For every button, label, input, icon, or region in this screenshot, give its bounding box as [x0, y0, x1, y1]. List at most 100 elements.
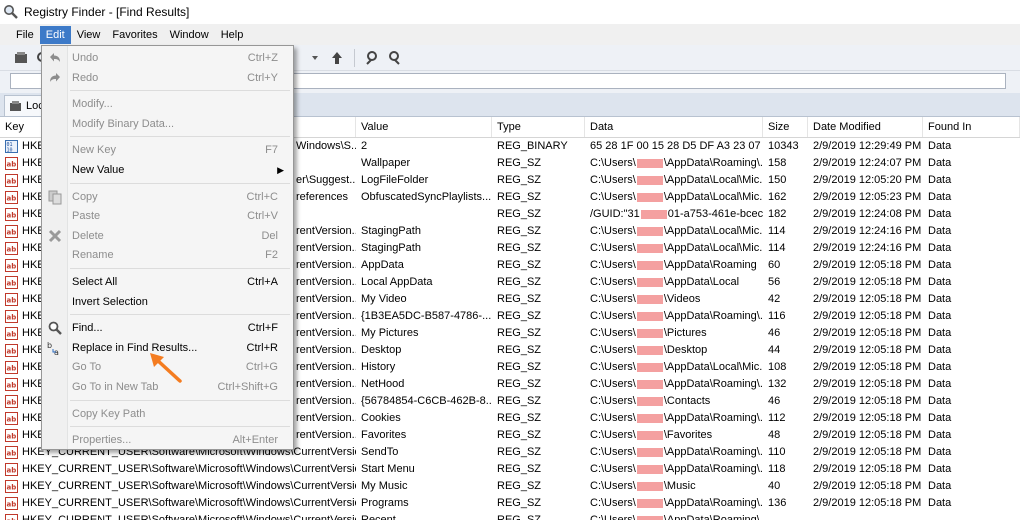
column-header-found-in[interactable]: Found In	[923, 117, 1020, 137]
menu-item-undo[interactable]: Undo Ctrl+Z	[42, 48, 293, 68]
cell-value: Favorites	[361, 429, 407, 441]
table-row[interactable]: abHKEY_CURRENT_USER\Software\Microsoft\W…	[0, 495, 1020, 512]
menu-edit[interactable]: Edit	[39, 25, 71, 44]
menu-item-select-all[interactable]: Select All Ctrl+A	[42, 272, 293, 292]
cell-found-in: Data	[928, 361, 952, 373]
cell-type: REG_SZ	[497, 361, 542, 373]
menu-item-label: New Value	[72, 164, 125, 176]
cell-data: C:\Users\ \AppData\Roaming\...	[590, 378, 763, 390]
cell-key: HKEY_CURRENT_USER\Software\Microsoft\Win…	[0, 495, 356, 512]
registry-icon-button[interactable]	[10, 47, 32, 69]
redacted-username	[636, 430, 663, 440]
cell-found-in: Data	[928, 378, 952, 390]
menu-item-modify[interactable]: Modify...	[42, 94, 293, 114]
menu-help[interactable]: Help	[215, 26, 250, 44]
cell-data: C:\Users\ \AppData\Roaming\...	[590, 497, 763, 509]
window-title: Registry Finder - [Find Results]	[24, 5, 190, 19]
menu-item-label: Undo	[72, 52, 99, 64]
column-header-size[interactable]: Size	[763, 117, 808, 137]
key-path-tail: rentVersion...	[296, 276, 356, 288]
menu-item-delete[interactable]: Delete Del	[42, 226, 293, 246]
cell-date-modified: 2/9/2019 12:05:23 PM	[813, 191, 922, 203]
menu-item-copy-key-path[interactable]: Copy Key Path	[42, 404, 293, 424]
up-arrow-icon[interactable]	[326, 47, 348, 69]
cell-size: 136	[768, 497, 787, 509]
menu-separator	[70, 136, 290, 138]
cell-data: C:\Users\ \AppData\Roaming\...	[590, 463, 763, 475]
navigate-dropdown-icon[interactable]	[304, 47, 326, 69]
svg-text:b: b	[47, 341, 52, 350]
redacted-username	[636, 362, 663, 372]
menu-separator	[70, 314, 290, 316]
cell-size: 46	[768, 395, 781, 407]
cell-type: REG_SZ	[497, 480, 542, 492]
replace-icon: ba	[47, 340, 63, 356]
find-next-icon[interactable]	[383, 47, 405, 69]
menu-item-paste[interactable]: Paste Ctrl+V	[42, 206, 293, 226]
cell-value: Desktop	[361, 344, 402, 356]
key-path-tail: rentVersion...	[296, 395, 356, 407]
cell-data: C:\Users\ \AppData\Local\Mic...	[590, 174, 763, 186]
menu-file[interactable]: File	[10, 26, 40, 44]
cell-value: StagingPath	[361, 225, 421, 237]
find-previous-icon[interactable]	[361, 47, 383, 69]
menu-view[interactable]: View	[71, 26, 107, 44]
cell-date-modified: 2/9/2019 12:05:18 PM	[813, 497, 922, 509]
menu-item-copy[interactable]: Copy Ctrl+C	[42, 187, 293, 207]
cell-date-modified: 2/9/2019 12:05:18 PM	[813, 395, 922, 407]
key-path: HKEY_CURRENT_USER\Software\Microsoft\Win…	[22, 497, 356, 509]
cell-data: C:\Users\ \AppData\Roaming\...	[590, 446, 763, 458]
cell-type: REG_SZ	[497, 344, 542, 356]
menu-item-redo[interactable]: Redo Ctrl+Y	[42, 68, 293, 88]
cell-date-modified: 2/9/2019 12:24:07 PM	[813, 157, 922, 169]
cell-found-in: Data	[928, 174, 952, 186]
menu-favorites[interactable]: Favorites	[106, 26, 163, 44]
menu-item-rename[interactable]: Rename F2	[42, 245, 293, 265]
table-row[interactable]: abHKEY_CURRENT_USER\Software\Microsoft\W…	[0, 512, 1020, 520]
cell-size: 10343	[768, 140, 799, 152]
cell-found-in: Data	[928, 412, 952, 424]
redacted-username	[636, 294, 663, 304]
table-row[interactable]: abHKEY_CURRENT_USER\Software\Microsoft\W…	[0, 478, 1020, 495]
column-header-date-modified[interactable]: Date Modified	[808, 117, 923, 137]
menu-item-shortcut: Ctrl+V	[247, 210, 278, 223]
menu-item-label: New Key	[72, 144, 117, 157]
cell-found-in: Data	[928, 242, 952, 254]
cell-found-in: Data	[928, 310, 952, 322]
cell-date-modified: 2/9/2019 12:05:18 PM	[813, 293, 922, 305]
redacted-username	[636, 192, 663, 202]
menu-item-shortcut: Ctrl+G	[245, 361, 278, 374]
cell-type: REG_SZ	[497, 242, 542, 254]
table-row[interactable]: abHKEY_CURRENT_USER\Software\Microsoft\W…	[0, 461, 1020, 478]
cell-type: REG_SZ	[497, 157, 542, 169]
key-path-tail: rentVersion...	[296, 310, 356, 322]
menu-item-new-value[interactable]: New Value ▶	[42, 160, 293, 180]
cell-type: REG_SZ	[497, 446, 542, 458]
cell-data: C:\Users\ \AppData\Local\Mic...	[590, 242, 763, 254]
menu-item-find[interactable]: Find... Ctrl+F	[42, 318, 293, 338]
menu-item-shortcut: Ctrl+F	[247, 322, 278, 335]
column-header-type[interactable]: Type	[492, 117, 585, 137]
cell-type: REG_SZ	[497, 514, 542, 520]
cell-date-modified: 2/9/2019 12:24:08 PM	[813, 208, 922, 220]
menu-item-invert-selection[interactable]: Invert Selection	[42, 292, 293, 312]
cell-data: C:\Users\ \AppData\Local\Mic...	[590, 191, 763, 203]
cell-size: 116	[768, 310, 786, 322]
column-header-data[interactable]: Data	[585, 117, 763, 137]
cell-date-modified: 2/9/2019 12:24:16 PM	[813, 225, 922, 237]
cell-type: REG_SZ	[497, 395, 542, 407]
column-header-value[interactable]: Value	[356, 117, 492, 137]
cell-data: C:\Users\ \AppData\Roaming\...	[585, 512, 763, 520]
menu-item-properties[interactable]: Properties... Alt+Enter	[42, 430, 293, 450]
menu-item-new-key[interactable]: New Key F7	[42, 140, 293, 160]
menu-item-label: Find...	[72, 322, 103, 335]
menu-window[interactable]: Window	[164, 26, 215, 44]
menu-item-modify-binary-data[interactable]: Modify Binary Data...	[42, 114, 293, 134]
cell-value: AppData	[361, 259, 404, 271]
menu-item-label: Invert Selection	[72, 295, 148, 308]
key-path-tail: er\Suggest...	[296, 174, 356, 186]
cell-data: C:\Users\ \Music	[590, 480, 696, 492]
cell-found-in: Data	[928, 429, 952, 441]
menu-item-label: Copy	[72, 190, 98, 203]
cell-size: 114	[768, 225, 786, 237]
